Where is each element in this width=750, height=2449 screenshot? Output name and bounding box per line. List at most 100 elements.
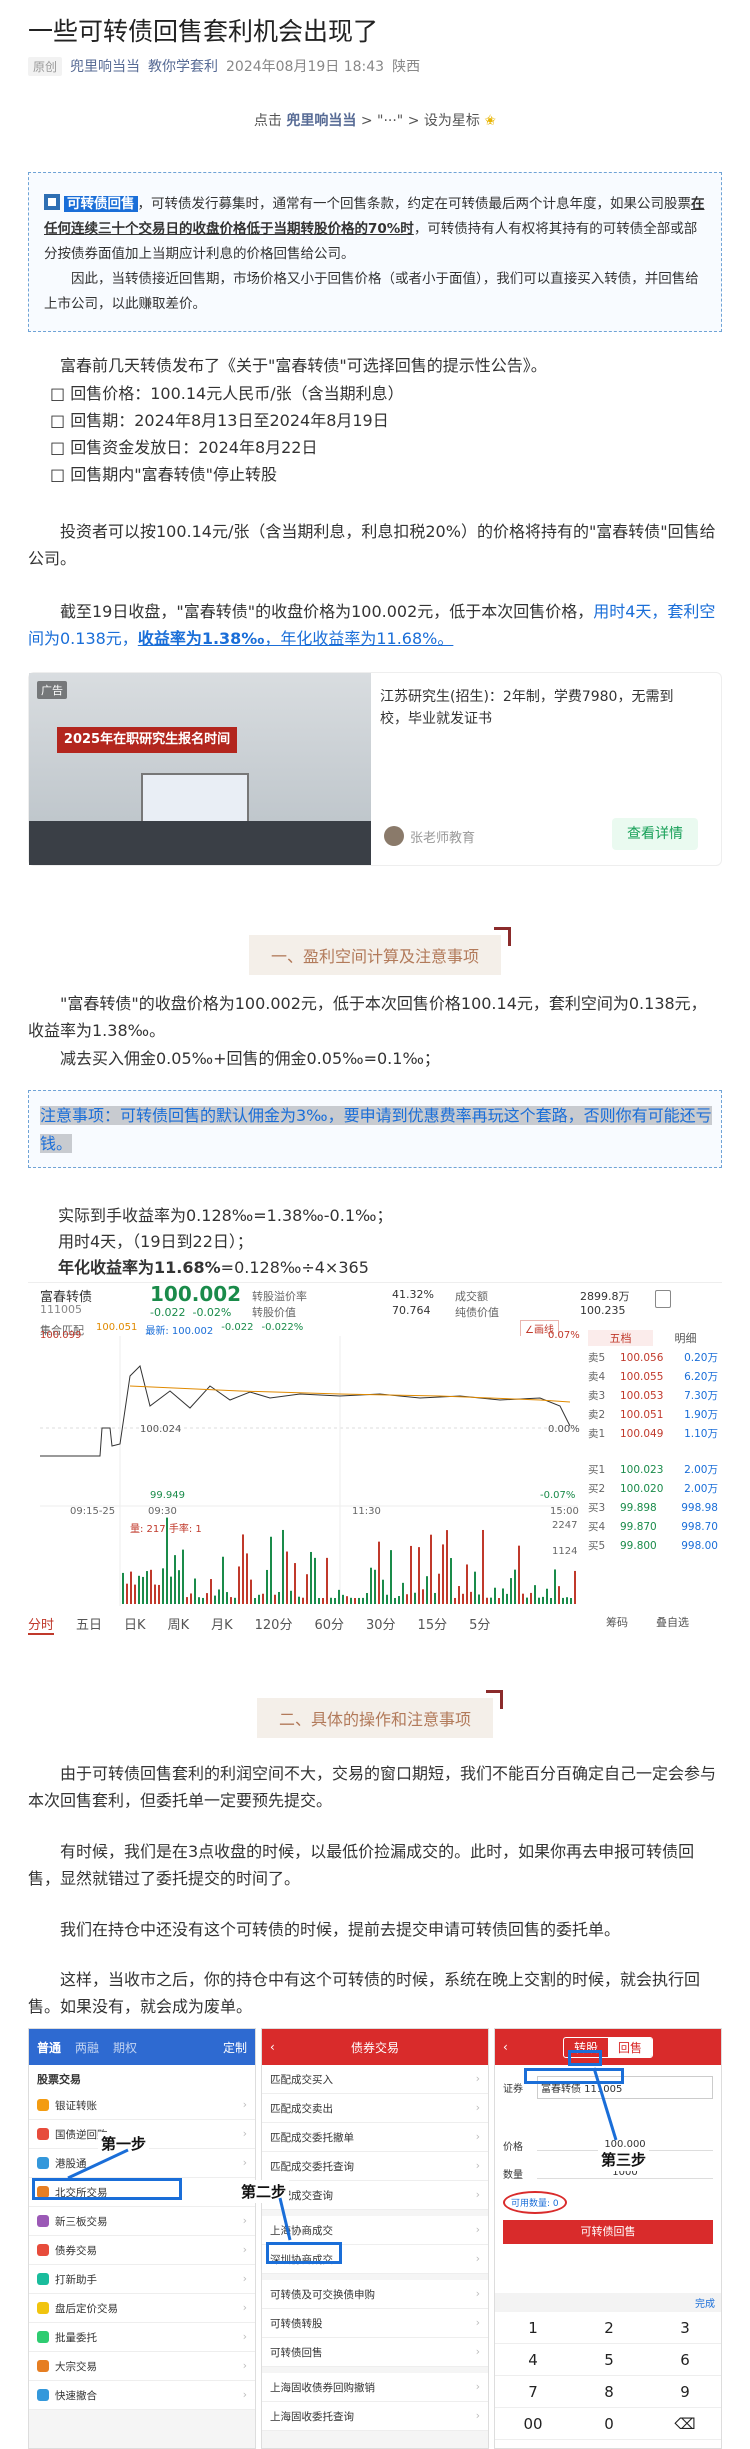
legend-latest: 最新: 100.002 [145,1326,214,1337]
period-tab[interactable]: 月K [211,1614,233,1635]
volume-bar [174,1555,176,1604]
period-tab[interactable]: 分时 [28,1614,55,1635]
quote-k1: 转股溢价率 [252,1290,307,1303]
publish-date: 2024年08月19日 18:43 [226,59,385,75]
volume-bar [138,1575,140,1604]
volume-bar [402,1582,404,1604]
level-price: 100.023 [620,1463,664,1476]
para3-text: 截至19日收盘，"富春转债"的收盘价格为100.002元，低于本次回售价格， [60,602,594,621]
section1-p5: 年化收益率为11.68%=0.128‰÷4×365 [58,1254,722,1281]
author-link[interactable]: 兜里响当当 [70,56,140,76]
ask-row: 卖2 100.051 1.90万 [588,1405,718,1424]
volume-bar [306,1574,308,1604]
tab-detail[interactable]: 明细 [653,1330,718,1346]
volume-bar [446,1530,448,1604]
volume-bar [234,1597,236,1604]
period-tab[interactable]: 30分 [366,1614,396,1635]
volume-bar [546,1588,548,1604]
volume-bar [474,1571,476,1604]
level-label: 卖3 [588,1390,606,1402]
volume-bar [438,1573,440,1604]
volume-bar [170,1576,172,1604]
publish-location: 陕西 [392,59,421,75]
period-tab[interactable]: 5分 [469,1614,490,1635]
volume-bar [550,1597,552,1604]
section2-p2: 有时候，我们是在3点收盘的时候，以最低价捡漏成交的。此时，如果你再去申报可转债回… [28,1842,695,1888]
volume-bar [238,1566,240,1604]
level-volume: 2.00万 [684,1483,718,1495]
legend-pct: -0.022% [261,1322,304,1333]
volume-bar [466,1564,468,1604]
pct-bot-label: -0.07% [540,1490,576,1501]
period-tab[interactable]: 120分 [255,1614,293,1635]
section2-p4: 这样，当收市之后，你的持仓中有这个可转债的时候，系统在晚上交割的时候，就会执行回… [28,1970,701,2016]
chips-button[interactable]: 筹码 [606,1614,628,1630]
level-volume: 998.70 [681,1520,718,1533]
level-label: 买1 [588,1464,606,1476]
volume-bar [354,1598,356,1604]
share-icon[interactable] [655,1290,671,1308]
volume-bar [450,1558,452,1604]
announce-item: □ 回售期：2024年8月13日至2024年8月19日 [50,407,722,434]
level-price: 100.053 [620,1389,664,1402]
volume-bar [542,1596,544,1604]
volume-bar [514,1569,516,1604]
bullet-icon: □ [50,465,66,484]
quote-k3: 成交额 [455,1290,488,1303]
bid-row: 买5 99.800 998.00 [588,1536,718,1555]
step2-arrow [278,2197,292,2241]
y-bot-label: 99.949 [150,1490,185,1501]
volume-bar [426,1576,428,1604]
volume-bar [202,1597,204,1604]
bullet-icon: □ [50,384,66,403]
article-page: 一些可转债回售套利机会出现了 原创 兜里响当当 教你学套利 2024年08月19… [0,0,750,2449]
pct-mid-label: 0.00% [548,1424,580,1435]
volume-bar [266,1569,268,1604]
quote-v2: 70.764 [392,1304,431,1317]
volume-bar [518,1545,520,1604]
volume-bar [122,1572,124,1604]
bullet-icon: □ [50,411,66,430]
volume-bar [394,1597,396,1604]
audience [29,821,371,865]
level-volume: 2.00万 [684,1464,718,1476]
quote-price: 100.002 [150,1282,242,1306]
quote-change-pct: -0.02% [192,1306,232,1319]
level-price: 100.049 [620,1427,664,1440]
volume-bar [538,1597,540,1604]
volume-bar [386,1594,388,1604]
volume-bar [522,1593,524,1604]
period-tab[interactable]: 日K [124,1614,146,1635]
volume-bar [142,1576,144,1604]
volume-bar [274,1594,276,1604]
announce-item-text: 回售期内"富春转债"停止转股 [70,465,277,484]
announce-para3: 截至19日收盘，"富春转债"的收盘价格为100.002元，低于本次回售价格，用时… [28,598,722,652]
annual-yield: 年化收益率为11.68% [58,1258,221,1277]
volume-bar [162,1568,164,1604]
period-tab[interactable]: 周K [168,1614,190,1635]
overlay-button[interactable]: 叠自选 [656,1614,689,1630]
section2-heading: 二、具体的操作和注意事项 [0,1690,750,1738]
volume-bar [282,1529,284,1604]
series-link[interactable]: 教你学套利 [148,56,218,76]
period-tab[interactable]: 15分 [418,1614,448,1635]
volume-label: 量: 217 手率: 1 [130,1524,202,1535]
ad-description: 江苏研究生(招生)：2年制，学费7980，无需到校，毕业就发证书 [380,689,674,727]
follow-account-link[interactable]: 兜里响当当 [286,113,356,129]
period-tab[interactable]: 五日 [76,1614,102,1635]
volume-bar [326,1557,328,1604]
volume-bar [222,1556,224,1604]
ask-row: 卖4 100.055 6.20万 [588,1367,718,1386]
bond-icon [44,194,60,210]
bid-row: 买1 100.023 2.00万 [588,1460,718,1479]
view-details-button[interactable]: 查看详情 [612,818,698,850]
tab-five-level[interactable]: 五档 [588,1330,653,1346]
volume-bar [242,1534,244,1604]
announce-item: □ 回售期内"富春转债"停止转股 [50,461,722,488]
volume-bar [418,1547,420,1604]
volume-bar [462,1593,464,1604]
period-tab[interactable]: 60分 [314,1614,344,1635]
volume-bar [210,1579,212,1604]
intro-text-1: ，可转债发行募集时，通常有一个回售条款，约定在可转债最后两个计息年度，如果公司股… [137,196,692,212]
ad-image[interactable]: 2025年在职研究生报名时间 广告 [29,673,371,865]
